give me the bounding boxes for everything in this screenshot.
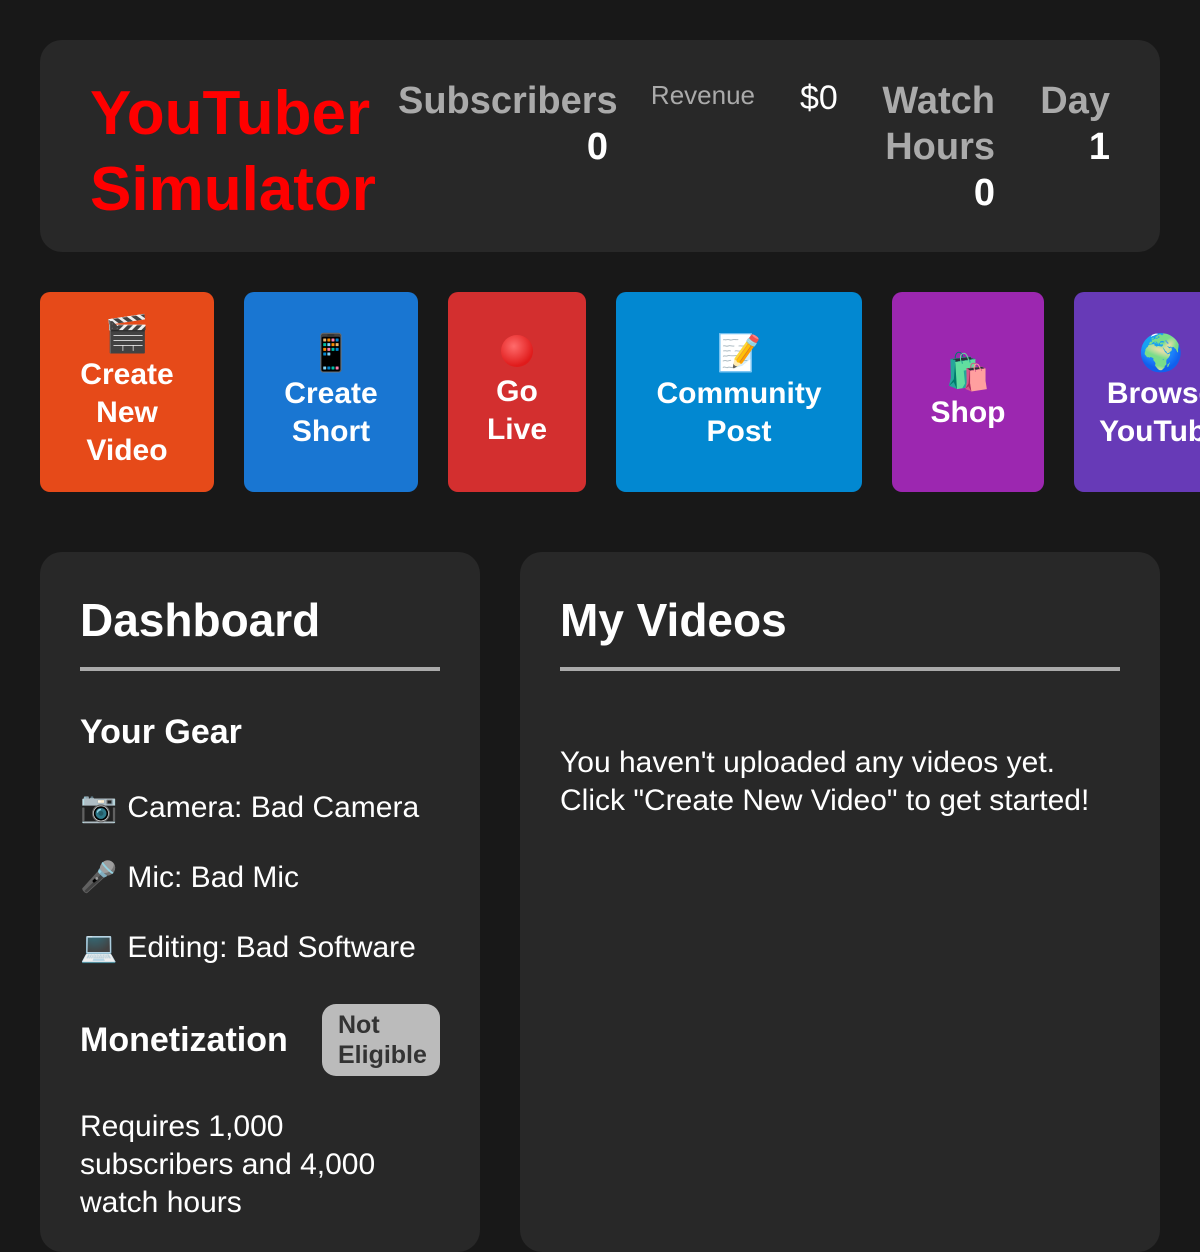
browse-youtube-label-1: Browse — [1106, 377, 1200, 410]
divider — [560, 667, 1120, 671]
revenue-label: Revenue — [650, 80, 755, 110]
clapperboard-icon: 🎬 — [104, 313, 150, 354]
gear-title: Your Gear — [80, 713, 242, 751]
community-post-label-2: Post — [706, 415, 772, 448]
create-short-label-2: Short — [291, 415, 371, 448]
revenue-value: $0 — [800, 79, 838, 117]
create-short-button[interactable]: 📱 Create Short — [244, 292, 418, 492]
watch-hours-stat: Watch Hours 0 — [880, 78, 995, 216]
monetization-requirement: Requires 1,000 subscribers and 4,000 wat… — [80, 1110, 376, 1219]
go-live-button[interactable]: Go Live — [448, 292, 586, 492]
watch-hours-label-1: Watch — [882, 80, 995, 122]
gear-mic: 🎤 Mic: Bad Mic — [80, 858, 299, 898]
create-new-video-label-1: Create — [80, 358, 174, 391]
community-post-button[interactable]: 📝 Community Post — [616, 292, 862, 492]
dashboard-title: Dashboard — [80, 594, 321, 646]
create-new-video-label-3: Video — [86, 434, 168, 467]
go-live-label-1: Go — [496, 375, 538, 408]
day-stat: Day 1 — [1040, 78, 1110, 170]
dashboard-panel: Dashboard Your Gear 📷 Camera: Bad Camera … — [40, 552, 480, 1252]
action-bar: 🎬 Create New Video 📱 Create Short Go Liv… — [40, 292, 1200, 492]
red-circle-icon — [501, 335, 533, 367]
memo-icon: 📝 — [716, 332, 762, 373]
browse-youtube-label-2: YouTube — [1099, 415, 1200, 448]
empty-videos-line-1: You haven't uploaded any videos yet. — [560, 746, 1055, 779]
game-logo: YouTuber Simulator — [90, 76, 376, 228]
camera-icon: 📷 — [80, 791, 118, 824]
camera-label: Camera: Bad Camera — [127, 791, 420, 824]
empty-videos-line-2: Click "Create New Video" to get started! — [560, 784, 1090, 817]
monetization-status-line-1: Not — [338, 1011, 380, 1039]
my-videos-panel: My Videos You haven't uploaded any video… — [520, 552, 1160, 1252]
gear-editing: 💻 Editing: Bad Software — [80, 928, 416, 968]
day-label: Day — [1040, 80, 1110, 122]
laptop-icon: 💻 — [80, 931, 118, 964]
monetization-status-badge: Not Eligible — [322, 1004, 440, 1076]
stats-header: YouTuber Simulator Subscribers 0 Revenue… — [40, 40, 1160, 252]
watch-hours-value: 0 — [973, 172, 995, 214]
editing-label: Editing: Bad Software — [127, 931, 416, 964]
create-new-video-label-2: New — [96, 396, 158, 429]
subscribers-value: 0 — [586, 126, 608, 168]
monetization-status-line-2: Eligible — [338, 1041, 427, 1069]
my-videos-title: My Videos — [560, 594, 787, 646]
day-value: 1 — [1088, 126, 1110, 168]
divider — [80, 667, 440, 671]
community-post-label-1: Community — [656, 377, 822, 410]
create-short-label-1: Create — [284, 377, 378, 410]
browse-youtube-button[interactable]: 🌍 Browse YouTube — [1074, 292, 1200, 492]
mobile-phone-icon: 📱 — [308, 332, 354, 373]
microphone-icon: 🎤 — [80, 861, 118, 894]
create-new-video-button[interactable]: 🎬 Create New Video — [40, 292, 214, 492]
shop-label: Shop — [930, 396, 1006, 429]
globe-icon: 🌍 — [1138, 332, 1184, 373]
watch-hours-label-2: Hours — [885, 126, 995, 168]
subscribers-stat: Subscribers 0 — [398, 78, 618, 170]
revenue-stat: Revenue — [645, 80, 755, 110]
go-live-label-2: Live — [486, 413, 548, 446]
logo-line-1: YouTuber — [90, 79, 371, 148]
logo-line-2: Simulator — [90, 155, 376, 224]
shopping-bags-icon: 🛍️ — [945, 351, 991, 392]
monetization-title: Monetization — [80, 1021, 288, 1059]
gear-camera: 📷 Camera: Bad Camera — [80, 788, 419, 828]
empty-videos-message: You haven't uploaded any videos yet. Cli… — [560, 744, 1140, 820]
subscribers-label: Subscribers — [398, 80, 618, 122]
mic-label: Mic: Bad Mic — [127, 861, 300, 894]
shop-button[interactable]: 🛍️ Shop — [892, 292, 1044, 492]
